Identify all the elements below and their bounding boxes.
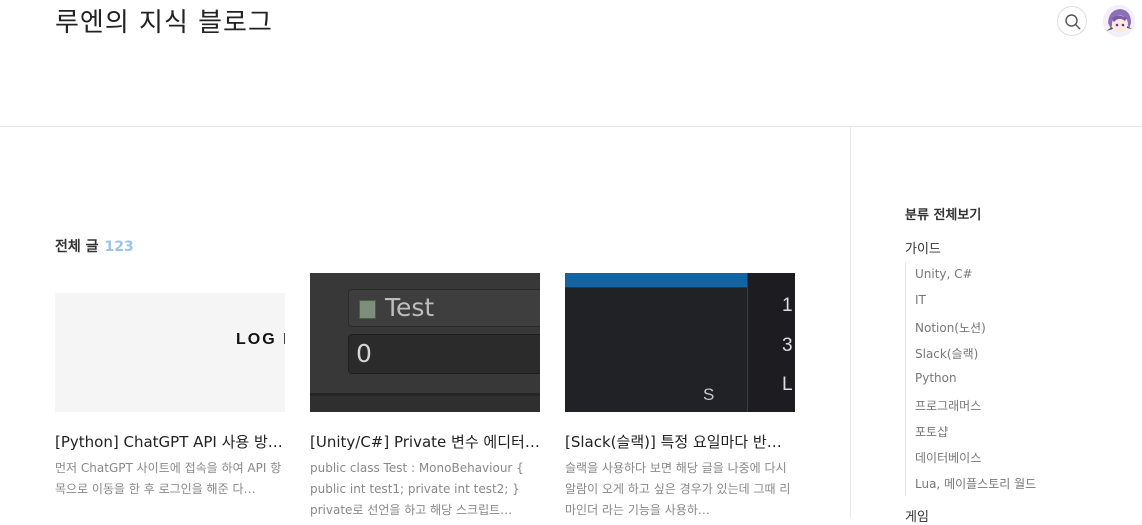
thumbnail-bottom-strip — [310, 393, 540, 412]
post-title[interactable]: [Python] ChatGPT API 사용 방법 (API 키 발급) — [55, 431, 285, 452]
category-item-lua[interactable]: Lua, 메이플스토리 월드 — [915, 475, 1036, 492]
avatar[interactable] — [1103, 5, 1135, 37]
category-item-database[interactable]: 데이터베이스 — [915, 449, 981, 466]
thumbnail-char: S — [703, 385, 715, 404]
post-thumbnail[interactable]: LOG I — [55, 293, 285, 412]
blog-title[interactable]: 루엔의 지식 블로그 — [55, 2, 273, 39]
search-button[interactable] — [1057, 6, 1087, 36]
section-title: 전체 글 123 — [55, 236, 134, 256]
post-card[interactable]: S 1 3 L [Slack(슬랙)] 특정 요일마다 반복 알림 설정 슬랙을… — [565, 273, 795, 518]
category-item-photoshop[interactable]: 포토샵 — [915, 423, 948, 440]
anime-avatar-icon — [1103, 5, 1135, 37]
thumbnail-blue-bar — [565, 273, 747, 287]
post-thumbnail[interactable]: Test 0 — [310, 273, 540, 412]
category-item-notion[interactable]: Notion(노션) — [915, 319, 986, 336]
category-item-unity[interactable]: Unity, C# — [915, 267, 973, 281]
thumbnail-name-field: Test — [348, 289, 540, 327]
thumbnail-left-panel — [565, 287, 747, 412]
post-card[interactable]: LOG I [Python] ChatGPT API 사용 방법 (API 키 … — [55, 273, 285, 518]
category-item-programmers[interactable]: 프로그래머스 — [915, 397, 981, 414]
category-group-game[interactable]: 게임 — [905, 506, 929, 525]
thumbnail-field-value: 0 — [356, 339, 372, 368]
section-title-label: 전체 글 — [55, 239, 99, 255]
search-icon — [1065, 14, 1081, 30]
post-summary: 슬랙을 사용하다 보면 해당 글을 나중에 다시 알람이 오게 하고 싶은 경우… — [565, 461, 791, 517]
thumbnail-divider — [747, 273, 748, 412]
post-count: 123 — [104, 239, 134, 255]
thumbnail-char: L — [782, 374, 793, 395]
category-item-python[interactable]: Python — [915, 371, 957, 385]
post-thumbnail[interactable]: S 1 3 L — [565, 273, 795, 412]
post-summary: 먼저 ChatGPT 사이트에 접속을 하여 API 항목으로 이동을 한 후 … — [55, 461, 282, 496]
category-group-guide[interactable]: 가이드 — [905, 238, 941, 257]
thumbnail-value-field: 0 — [348, 334, 540, 374]
category-sublist: Unity, C# IT Notion(노션) Slack(슬랙) Python… — [905, 262, 1106, 496]
thumbnail-char: 3 — [782, 335, 793, 356]
post-card[interactable]: Test 0 [Unity/C#] Private 변수 에디터에 표시하기 p… — [310, 273, 540, 518]
blog-header: 루엔의 지식 블로그 — [0, 0, 1142, 127]
category-all-link[interactable]: 분류 전체보기 — [905, 204, 981, 223]
post-title[interactable]: [Slack(슬랙)] 특정 요일마다 반복 알림 설정 — [565, 431, 795, 452]
script-icon — [359, 300, 376, 319]
category-item-it[interactable]: IT — [915, 293, 926, 307]
thumbnail-text: LOG I — [236, 331, 285, 348]
post-title[interactable]: [Unity/C#] Private 변수 에디터에 표시하기 — [310, 431, 540, 452]
post-summary: public class Test : MonoBehaviour { publ… — [310, 461, 524, 517]
thumbnail-field-label: Test — [385, 293, 435, 322]
thumbnail-char: 1 — [782, 295, 793, 316]
sidebar-divider — [850, 127, 851, 518]
category-item-slack[interactable]: Slack(슬랙) — [915, 345, 978, 362]
